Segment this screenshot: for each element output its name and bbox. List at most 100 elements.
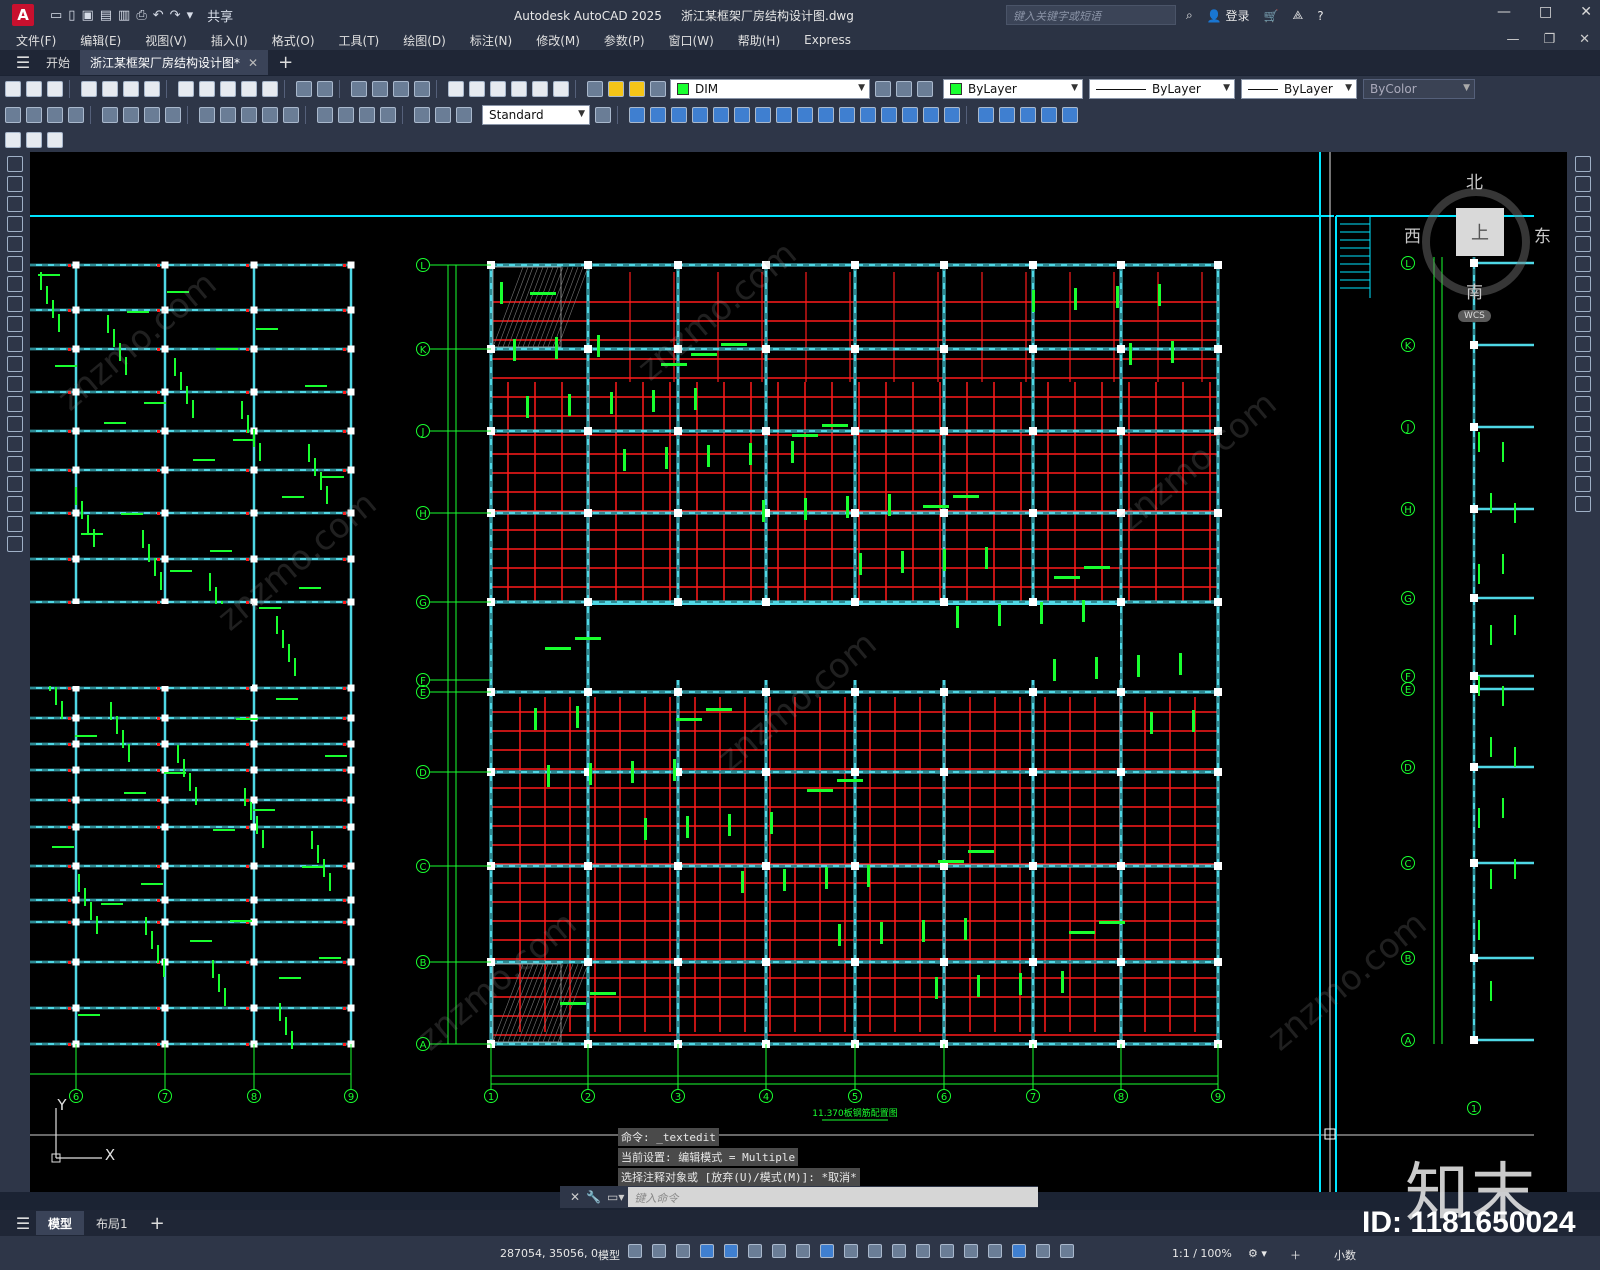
plot-tool-icon[interactable]: [81, 81, 97, 97]
angular-dim-icon[interactable]: [165, 107, 181, 123]
menu-edit[interactable]: 编辑(E): [80, 32, 121, 49]
menu-format[interactable]: 格式(O): [272, 32, 315, 49]
viewcube-east[interactable]: 东: [1534, 222, 1551, 247]
point-icon[interactable]: [1020, 107, 1036, 123]
copy-v-icon[interactable]: [1575, 176, 1591, 192]
auto-scale-icon[interactable]: [1036, 1244, 1050, 1258]
ellipse-icon[interactable]: [7, 336, 23, 352]
open-file-icon[interactable]: ▯: [68, 8, 75, 23]
color-dropdown[interactable]: ByLayer ▼: [943, 79, 1083, 99]
app-menu-icon[interactable]: ☰: [10, 53, 36, 72]
linear-dim-icon[interactable]: [5, 107, 21, 123]
inspection-icon[interactable]: [359, 107, 375, 123]
menu-file[interactable]: 文件(F): [16, 32, 56, 49]
rotate-icon[interactable]: [755, 107, 771, 123]
dynamic-ucs-icon[interactable]: [940, 1244, 954, 1258]
ellipse-arc-icon[interactable]: [7, 356, 23, 372]
snap-icon[interactable]: [652, 1244, 666, 1258]
polygon-icon[interactable]: [7, 216, 23, 232]
dynamic-input-icon[interactable]: [700, 1244, 714, 1258]
redo-tool-icon[interactable]: [317, 81, 333, 97]
autocad-logo[interactable]: A: [12, 4, 34, 26]
object-snap-tracking-icon[interactable]: [796, 1244, 810, 1258]
tab-layout1[interactable]: 布局1: [84, 1211, 140, 1235]
zoom-previous-icon[interactable]: [414, 81, 430, 97]
break-icon[interactable]: [860, 107, 876, 123]
new-file-icon[interactable]: ▭: [50, 8, 62, 23]
menu-dimension[interactable]: 标注(N): [470, 32, 512, 49]
close-tab-icon[interactable]: ✕: [248, 56, 258, 70]
tab-drawing[interactable]: 浙江某框架厂房结构设计图* ✕: [80, 50, 269, 75]
doc-close-icon[interactable]: ✕: [1579, 32, 1590, 47]
menu-view[interactable]: 视图(V): [145, 32, 187, 49]
isodraft-icon[interactable]: [772, 1244, 786, 1258]
block-editor-icon[interactable]: [262, 81, 278, 97]
cart-icon[interactable]: 🛒: [1264, 9, 1279, 23]
spline-icon[interactable]: [7, 316, 23, 332]
copy-icon[interactable]: [199, 81, 215, 97]
dim-text-edit-icon[interactable]: [435, 107, 451, 123]
calculator-icon[interactable]: [532, 81, 548, 97]
polar-icon[interactable]: [748, 1244, 762, 1258]
dimstyle-dropdown[interactable]: Standard ▼: [482, 105, 590, 125]
construction-line-icon[interactable]: [7, 176, 23, 192]
tab-start[interactable]: 开始: [36, 50, 80, 75]
drawing-canvas[interactable]: L K J H G F E D C B A 1 2 3 4 5 6 7 8 9 11.370板钢筋配置图 6 7 8 9 L K J H…: [30, 152, 1567, 1192]
break-point-v-icon[interactable]: [1575, 376, 1591, 392]
jogged-dim-icon[interactable]: [123, 107, 139, 123]
model-space-toggle[interactable]: 模型: [598, 1247, 620, 1263]
tool-palettes-icon[interactable]: [490, 81, 506, 97]
point-draw-icon[interactable]: [7, 416, 23, 432]
layout-menu-icon[interactable]: ☰: [10, 1214, 36, 1233]
create-block-icon[interactable]: [999, 107, 1015, 123]
add-selected-icon[interactable]: [7, 536, 23, 552]
dim-space-icon[interactable]: [262, 107, 278, 123]
save-tool-icon[interactable]: [47, 81, 63, 97]
attribute-manager-icon[interactable]: [47, 132, 63, 148]
selection-cycling-icon[interactable]: [892, 1244, 906, 1258]
dim-update-icon[interactable]: [456, 107, 472, 123]
help-icon[interactable]: ?: [1317, 9, 1323, 23]
viewcube-top-face[interactable]: 上: [1456, 208, 1504, 256]
chamfer-v-icon[interactable]: [1575, 436, 1591, 452]
transparency-icon[interactable]: [868, 1244, 882, 1258]
explode-v-icon[interactable]: [1575, 496, 1591, 512]
share-button[interactable]: 共享: [207, 6, 233, 25]
erase-icon[interactable]: [629, 107, 645, 123]
layer-previous-icon[interactable]: [896, 81, 912, 97]
layer-properties-icon[interactable]: [587, 81, 603, 97]
infer-constraints-icon[interactable]: [676, 1244, 690, 1258]
autodesk-app-icon[interactable]: ⟁: [1292, 8, 1303, 23]
fillet-icon[interactable]: [923, 107, 939, 123]
dim-break-icon[interactable]: [283, 107, 299, 123]
cut-icon[interactable]: [178, 81, 194, 97]
customize-wrench-icon[interactable]: 🔧: [586, 1190, 601, 1204]
save-as-icon[interactable]: ▤: [100, 8, 112, 23]
diameter-dim-icon[interactable]: [144, 107, 160, 123]
menu-modify[interactable]: 修改(M): [536, 32, 580, 49]
trim-v-icon[interactable]: [1575, 336, 1591, 352]
insert-block-icon[interactable]: [978, 107, 994, 123]
mirror-v-icon[interactable]: [1575, 196, 1591, 212]
menu-express[interactable]: Express: [804, 33, 851, 47]
line-icon[interactable]: [7, 156, 23, 172]
menu-parametric[interactable]: 参数(P): [604, 32, 645, 49]
lineweight-dropdown[interactable]: ByLayer ▼: [1241, 79, 1357, 99]
annotation-scale-value[interactable]: 1:1 / 100%: [1172, 1247, 1232, 1260]
move-icon[interactable]: [734, 107, 750, 123]
stretch-v-icon[interactable]: [1575, 316, 1591, 332]
menu-tools[interactable]: 工具(T): [339, 32, 380, 49]
object-snap-icon[interactable]: [820, 1244, 834, 1258]
match-properties-icon[interactable]: [241, 81, 257, 97]
layer-states-icon[interactable]: [917, 81, 933, 97]
menu-draw[interactable]: 绘图(D): [403, 32, 446, 49]
ordinate-dim-icon[interactable]: [68, 107, 84, 123]
open-icon[interactable]: [26, 81, 42, 97]
plotstyle-dropdown[interactable]: ByColor ▼: [1363, 79, 1475, 99]
menu-help[interactable]: 帮助(H): [738, 32, 780, 49]
doc-restore-icon[interactable]: ❐: [1543, 32, 1555, 47]
3d-print-icon[interactable]: [144, 81, 160, 97]
stretch-icon[interactable]: [797, 107, 813, 123]
gradient-draw-icon[interactable]: [7, 456, 23, 472]
gizmo-icon[interactable]: [988, 1244, 1002, 1258]
